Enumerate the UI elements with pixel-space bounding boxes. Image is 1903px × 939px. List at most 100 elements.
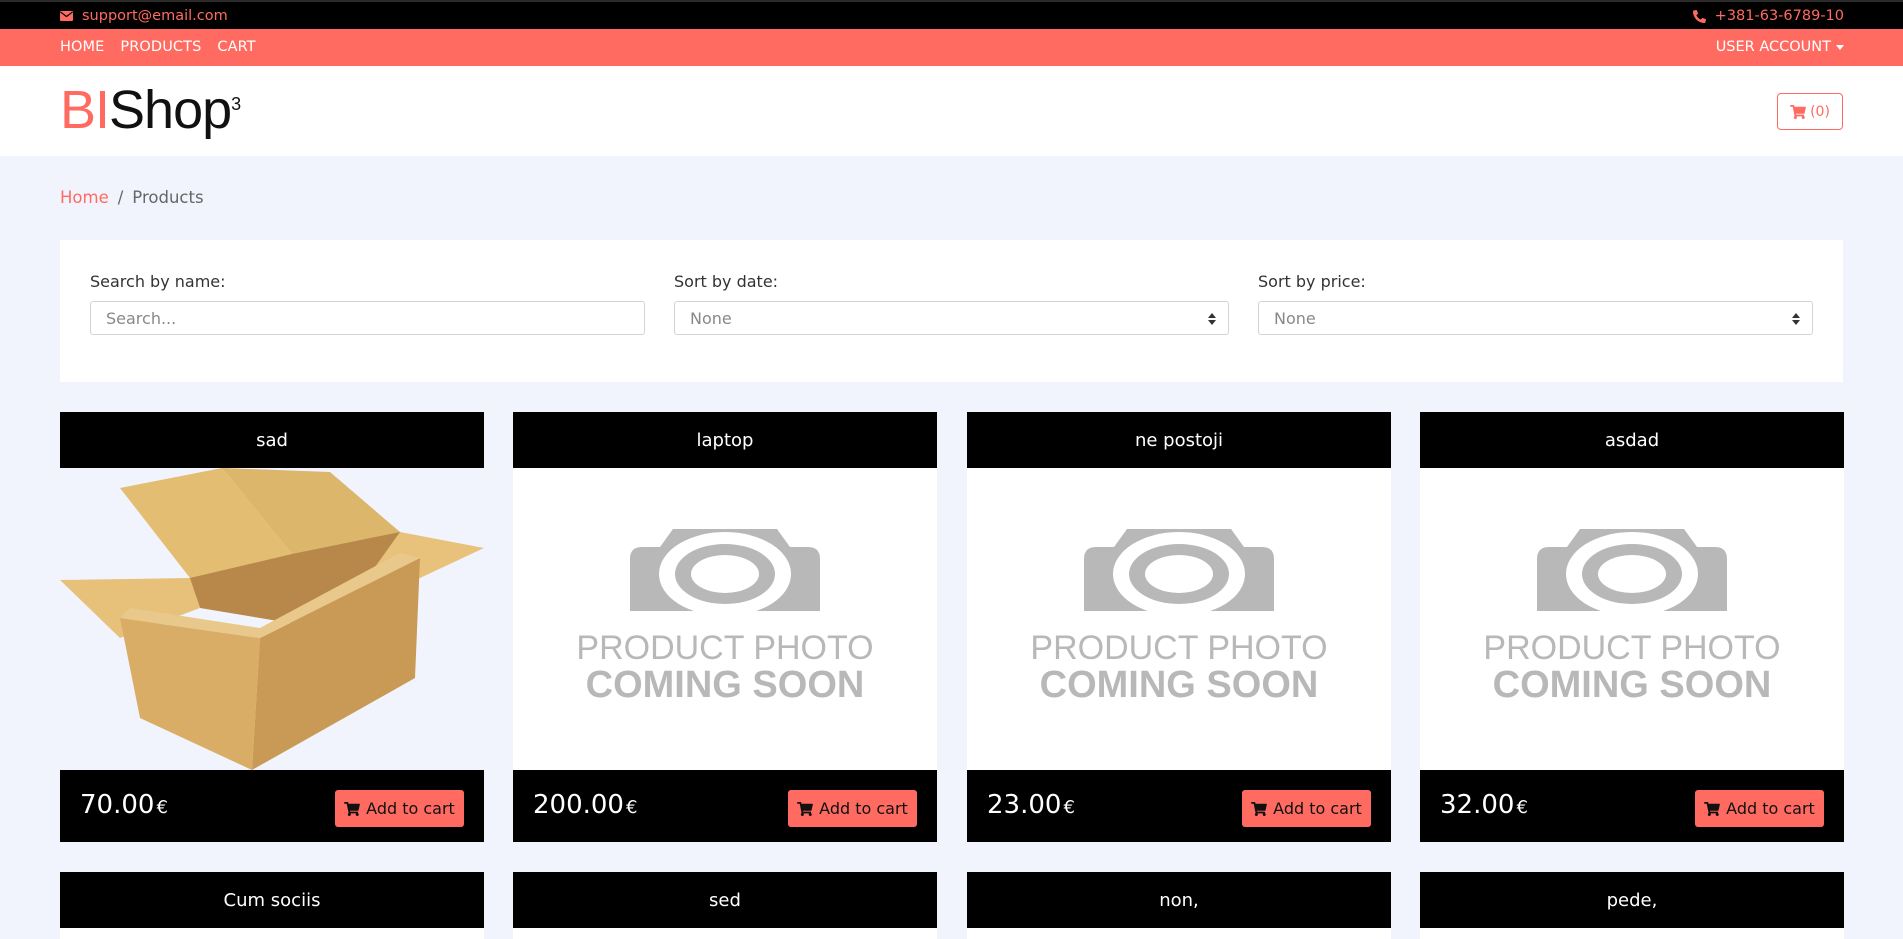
camera-placeholder-image: PRODUCT PHOTO COMING SOON <box>576 529 874 706</box>
sort-price-select[interactable]: None <box>1258 301 1813 335</box>
shopping-cart-icon <box>1251 801 1268 816</box>
product-price: 200.00 € <box>533 790 637 820</box>
product-image[interactable] <box>967 928 1391 939</box>
product-price: 70.00 € <box>80 790 168 820</box>
coming-soon-line1: PRODUCT PHOTO <box>576 629 873 667</box>
product-card: pede, <box>1420 872 1844 939</box>
product-card: Cum sociis <box>60 872 484 939</box>
coming-soon-line1: PRODUCT PHOTO <box>1483 629 1780 667</box>
product-title[interactable]: sad <box>60 412 484 468</box>
price-amount: 70.00 <box>80 790 155 820</box>
add-to-cart-button[interactable]: Add to cart <box>1695 790 1824 827</box>
select-arrows-icon <box>1792 313 1800 325</box>
product-footer: 23.00 € Add to cart <box>967 770 1391 842</box>
shopping-cart-icon <box>344 801 361 816</box>
user-account-dropdown[interactable]: USER ACCOUNT <box>1716 39 1844 55</box>
main-nav: HOME PRODUCTS CART USER ACCOUNT <box>0 29 1903 66</box>
product-card: laptop PRODUCT PHOTO COMING SOON 200.00 €… <box>513 412 937 842</box>
add-to-cart-label: Add to cart <box>1726 799 1815 818</box>
add-to-cart-label: Add to cart <box>1273 799 1362 818</box>
sort-price-label: Sort by price: <box>1258 272 1366 291</box>
caret-down-icon <box>1836 45 1844 50</box>
product-title[interactable]: Cum sociis <box>60 872 484 928</box>
product-card: sed <box>513 872 937 939</box>
coming-soon-line2: COMING SOON <box>1040 664 1319 706</box>
nav-home-link[interactable]: HOME <box>60 39 104 55</box>
product-image[interactable] <box>60 468 484 770</box>
shopping-cart-icon <box>1790 104 1806 119</box>
envelope-icon <box>60 11 73 21</box>
product-card: non, <box>967 872 1391 939</box>
shopping-cart-icon <box>1704 801 1721 816</box>
cart-button[interactable]: (0) <box>1777 93 1843 130</box>
logo-bi: BI <box>60 80 110 140</box>
sort-price-value: None <box>1274 308 1316 328</box>
add-to-cart-label: Add to cart <box>366 799 455 818</box>
site-header: BIShop 3 (0) <box>0 66 1903 156</box>
product-footer: 200.00 € Add to cart <box>513 770 937 842</box>
breadcrumb-current: Products <box>132 188 204 207</box>
product-image[interactable] <box>60 928 484 939</box>
search-input[interactable] <box>90 301 645 335</box>
product-image[interactable] <box>1420 928 1844 939</box>
product-card: sad 70.00 € Add to cart <box>60 412 484 842</box>
sort-date-label: Sort by date: <box>674 272 779 291</box>
sort-date-value: None <box>690 308 732 328</box>
product-title[interactable]: laptop <box>513 412 937 468</box>
camera-placeholder-image: PRODUCT PHOTO COMING SOON <box>1030 529 1328 706</box>
search-label: Search by name: <box>90 272 226 291</box>
shopping-cart-icon <box>797 801 814 816</box>
camera-placeholder-image: PRODUCT PHOTO COMING SOON <box>1483 529 1781 706</box>
add-to-cart-button[interactable]: Add to cart <box>1242 790 1371 827</box>
product-image[interactable]: PRODUCT PHOTO COMING SOON <box>513 468 937 770</box>
support-phone[interactable]: +381-63-6789-10 <box>1692 8 1844 24</box>
product-price: 23.00 € <box>987 790 1075 820</box>
logo-superscript: 3 <box>231 94 241 114</box>
product-card: ne postoji PRODUCT PHOTO COMING SOON 23.… <box>967 412 1391 842</box>
search-group: Search by name: <box>90 272 645 335</box>
support-email-text: support@email.com <box>82 8 228 24</box>
nav-products-link[interactable]: PRODUCTS <box>120 39 201 55</box>
support-email[interactable]: support@email.com <box>60 8 228 24</box>
coming-soon-line1: PRODUCT PHOTO <box>1030 629 1327 667</box>
product-image[interactable] <box>513 928 937 939</box>
add-to-cart-button[interactable]: Add to cart <box>788 790 917 827</box>
select-arrows-icon <box>1208 313 1216 325</box>
sort-date-select[interactable]: None <box>674 301 1229 335</box>
sort-date-group: Sort by date: None <box>674 272 1229 335</box>
product-price: 32.00 € <box>1440 790 1528 820</box>
product-title[interactable]: non, <box>967 872 1391 928</box>
filter-panel: Search by name: Sort by date: None Sort … <box>60 240 1843 382</box>
user-account-label: USER ACCOUNT <box>1715 39 1831 55</box>
nav-cart-link[interactable]: CART <box>217 39 255 55</box>
product-footer: 70.00 € Add to cart <box>60 770 484 842</box>
product-footer: 32.00 € Add to cart <box>1420 770 1844 842</box>
breadcrumb: Home / Products <box>60 188 204 207</box>
price-currency: € <box>625 797 638 818</box>
breadcrumb-home-link[interactable]: Home <box>60 188 109 207</box>
top-bar: support@email.com +381-63-6789-10 <box>0 0 1903 29</box>
product-image[interactable]: PRODUCT PHOTO COMING SOON <box>1420 468 1844 770</box>
add-to-cart-button[interactable]: Add to cart <box>335 790 464 827</box>
breadcrumb-separator: / <box>117 188 124 207</box>
product-image[interactable]: PRODUCT PHOTO COMING SOON <box>967 468 1391 770</box>
coming-soon-line2: COMING SOON <box>1493 664 1772 706</box>
cart-count: (0) <box>1810 103 1830 120</box>
logo-shop: Shop <box>109 80 232 140</box>
price-currency: € <box>1516 797 1528 818</box>
product-card: asdad PRODUCT PHOTO COMING SOON 32.00 € A… <box>1420 412 1844 842</box>
product-title[interactable]: ne postoji <box>967 412 1391 468</box>
nav-links: HOME PRODUCTS CART <box>60 39 256 55</box>
sort-price-group: Sort by price: None <box>1258 272 1813 335</box>
phone-icon <box>1692 9 1706 23</box>
product-title[interactable]: asdad <box>1420 412 1844 468</box>
add-to-cart-label: Add to cart <box>819 799 908 818</box>
product-title[interactable]: sed <box>513 872 937 928</box>
price-amount: 23.00 <box>987 790 1062 820</box>
price-currency: € <box>156 797 168 818</box>
product-title[interactable]: pede, <box>1420 872 1844 928</box>
price-amount: 32.00 <box>1440 790 1515 820</box>
cardboard-box-image <box>60 468 484 770</box>
coming-soon-line2: COMING SOON <box>586 664 865 706</box>
logo[interactable]: BIShop 3 <box>60 80 241 140</box>
